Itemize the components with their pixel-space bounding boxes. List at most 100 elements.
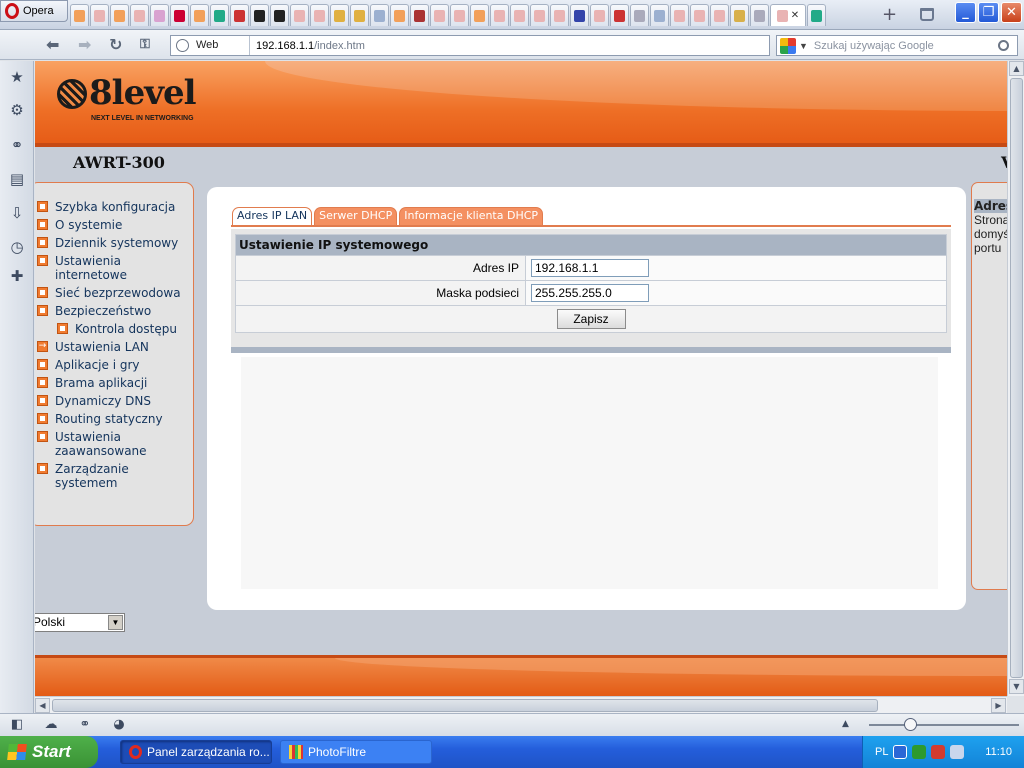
subnet-mask-input[interactable] — [531, 284, 649, 302]
close-icon[interactable]: ✕ — [791, 10, 799, 21]
menu-item[interactable]: O systemie — [35, 218, 193, 232]
opera-menu-button[interactable]: Opera — [0, 0, 68, 22]
turbo-cloud-icon[interactable]: ☁ — [44, 718, 58, 732]
trash-icon[interactable] — [920, 8, 934, 21]
address-field[interactable]: Web 192.168.1.1/index.htm — [170, 35, 770, 56]
browser-tab[interactable] — [710, 4, 729, 26]
browser-tab[interactable] — [530, 4, 549, 26]
menu-item[interactable]: Brama aplikacji — [35, 376, 193, 390]
browser-tab[interactable] — [350, 4, 369, 26]
history-clock-icon[interactable]: ◷ — [9, 239, 25, 255]
browser-tab[interactable] — [150, 4, 169, 26]
language-select[interactable]: Polski ▼ — [35, 613, 125, 632]
tray-security-icon[interactable] — [931, 745, 946, 759]
zoom-up-icon[interactable]: ▲ — [842, 719, 849, 729]
panel-toggle-icon[interactable]: ◧ — [10, 718, 24, 732]
taskbar-item-opera[interactable]: Panel zarządzania ro... — [120, 740, 272, 764]
menu-item[interactable]: → Ustawienia LAN — [35, 340, 193, 354]
reload-icon[interactable]: ↻ — [109, 36, 122, 54]
browser-tab[interactable] — [590, 4, 609, 26]
search-field[interactable]: ▼ Szukaj używając Google — [776, 35, 1018, 56]
tray-volume-icon[interactable] — [950, 745, 965, 759]
start-button[interactable]: Start — [0, 736, 98, 768]
new-tab-icon[interactable]: + — [882, 6, 897, 24]
language-indicator[interactable]: PL — [875, 746, 888, 758]
close-window-button[interactable]: ✕ — [1001, 2, 1022, 23]
chevron-down-icon[interactable]: ▼ — [108, 615, 123, 630]
ip-address-input[interactable] — [531, 259, 649, 277]
browser-tab[interactable] — [807, 4, 826, 26]
browser-tab[interactable] — [610, 4, 629, 26]
speed-dial-icon[interactable]: ◕ — [112, 718, 126, 732]
browser-tab[interactable] — [290, 4, 309, 26]
browser-tab[interactable] — [190, 4, 209, 26]
chevron-down-icon[interactable]: ▼ — [799, 41, 808, 51]
browser-tab-active[interactable]: ✕ — [770, 4, 806, 26]
scroll-right-icon[interactable]: ▶ — [991, 698, 1006, 713]
browser-tab[interactable] — [370, 4, 389, 26]
browser-tab[interactable] — [670, 4, 689, 26]
menu-item[interactable]: Ustawienia zaawansowane — [35, 430, 193, 458]
zoom-slider-track[interactable] — [869, 724, 1019, 726]
scroll-up-icon[interactable]: ▲ — [1009, 61, 1024, 76]
tab-1[interactable]: Serwer DHCP — [314, 207, 398, 225]
notes-icon[interactable]: ▤ — [9, 171, 25, 187]
browser-tab[interactable] — [210, 4, 229, 26]
browser-tab[interactable] — [490, 4, 509, 26]
browser-tab[interactable] — [270, 4, 289, 26]
tray-arrow-icon[interactable] — [893, 745, 908, 759]
browser-tab[interactable] — [570, 4, 589, 26]
menu-item[interactable]: Bezpieczeństwo — [35, 304, 193, 318]
browser-tab[interactable] — [730, 4, 749, 26]
google-icon[interactable] — [780, 37, 796, 54]
horizontal-scroll-thumb[interactable] — [52, 699, 878, 712]
browser-tab[interactable] — [410, 4, 429, 26]
menu-item[interactable]: Zarządzanie systemem — [35, 462, 193, 490]
browser-tab[interactable] — [110, 4, 129, 26]
gear-icon[interactable]: ⚙ — [9, 102, 25, 118]
minimize-button[interactable]: _ — [955, 2, 976, 23]
add-panel-icon[interactable]: ✚ — [9, 268, 25, 284]
browser-tab[interactable] — [450, 4, 469, 26]
search-icon[interactable] — [998, 40, 1009, 51]
vertical-scrollbar[interactable]: ▲ ▼ — [1007, 61, 1024, 696]
browser-tab[interactable] — [390, 4, 409, 26]
browser-tab[interactable] — [130, 4, 149, 26]
bookmarks-star-icon[interactable]: ★ — [9, 69, 25, 85]
maximize-button[interactable]: ❐ — [978, 2, 999, 23]
browser-tab[interactable] — [630, 4, 649, 26]
menu-item[interactable]: Kontrola dostępu — [35, 322, 193, 336]
taskbar-item-photofiltre[interactable]: PhotoFiltre — [280, 740, 432, 764]
menu-item[interactable]: Szybka konfiguracja — [35, 200, 193, 214]
save-button[interactable]: Zapisz — [556, 309, 626, 329]
tab-0[interactable]: Adres IP LAN — [232, 207, 313, 225]
browser-tab[interactable] — [90, 4, 109, 26]
browser-tab[interactable] — [310, 4, 329, 26]
unite-icon[interactable]: ⚭ — [9, 137, 25, 153]
browser-tab[interactable] — [690, 4, 709, 26]
browser-tab[interactable] — [430, 4, 449, 26]
zoom-slider-knob[interactable] — [904, 718, 917, 731]
browser-tab[interactable] — [70, 4, 89, 26]
browser-tab[interactable] — [750, 4, 769, 26]
scroll-down-icon[interactable]: ▼ — [1009, 679, 1024, 694]
browser-tab[interactable] — [650, 4, 669, 26]
browser-tab[interactable] — [170, 4, 189, 26]
downloads-icon[interactable]: ⇩ — [9, 205, 25, 221]
menu-item[interactable]: Dynamiczy DNS — [35, 394, 193, 408]
browser-tab[interactable] — [510, 4, 529, 26]
address-url[interactable]: 192.168.1.1/index.htm — [250, 40, 365, 52]
horizontal-scrollbar[interactable]: ◀ ▶ — [35, 696, 1007, 713]
forward-arrow-icon[interactable]: ➡ — [78, 36, 91, 54]
menu-item[interactable]: Ustawienia internetowe — [35, 254, 193, 282]
tab-2[interactable]: Informacje klienta DHCP — [399, 207, 544, 225]
wand-key-icon[interactable]: ⚿ — [140, 36, 150, 54]
menu-item[interactable]: Routing statyczny — [35, 412, 193, 426]
browser-tab[interactable] — [470, 4, 489, 26]
browser-tab[interactable] — [230, 4, 249, 26]
scroll-left-icon[interactable]: ◀ — [35, 698, 50, 713]
browser-tab[interactable] — [550, 4, 569, 26]
unite-status-icon[interactable]: ⚭ — [78, 718, 92, 732]
menu-item[interactable]: Sieć bezprzewodowa — [35, 286, 193, 300]
browser-tab[interactable] — [330, 4, 349, 26]
